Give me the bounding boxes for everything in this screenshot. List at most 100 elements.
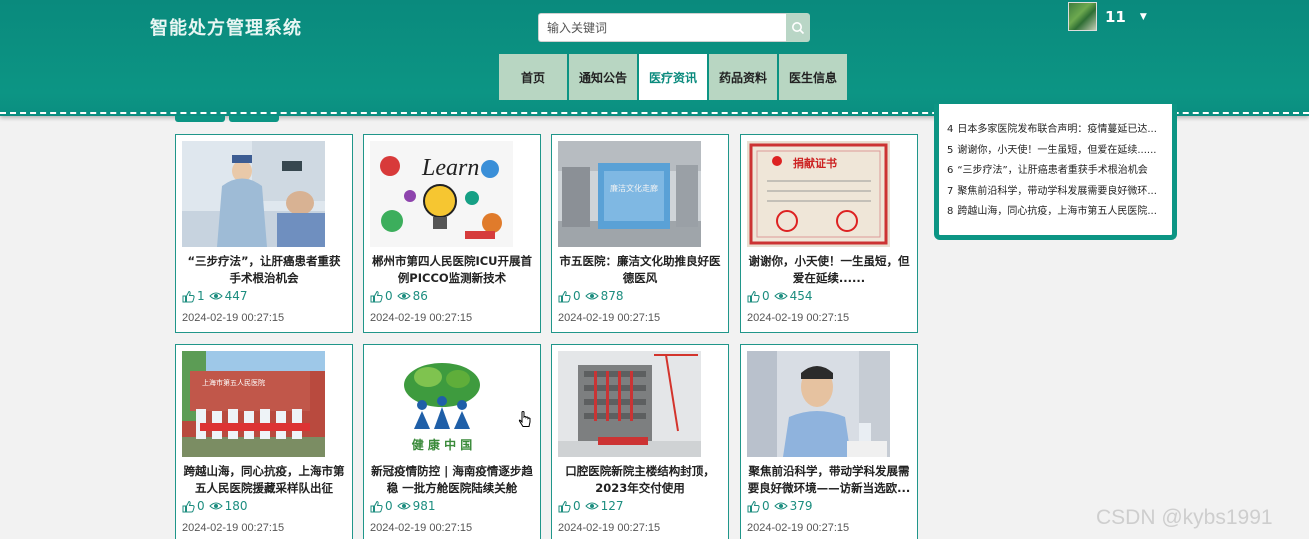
article-thumbnail[interactable]: Learn	[370, 141, 513, 247]
like-count: 0	[385, 289, 393, 303]
article-card[interactable]: 聚焦前沿科学，带动学科发展需要良好微环境——访新当选欧... 0 379 2024-0…	[740, 344, 918, 539]
article-card[interactable]: 健 康 中 国 新冠疫情防控 | 海南疫情逐步趋稳 一批方舱医院陆续关舱 0 981…	[363, 344, 541, 539]
eye-icon	[208, 292, 223, 300]
list-item[interactable]: 5 谢谢你，小天使！一生虽短，但爱在延续......	[947, 141, 1171, 162]
article-card[interactable]: Learn 郴州市第四人民医院ICU开展首例PICCO监测新技术 0 86 2024-…	[363, 134, 541, 333]
article-title[interactable]: 跨越山海，同心抗疫，上海市第五人民医院援藏采样队出征	[182, 463, 346, 497]
article-date: 2024-02-19 00:27:15	[182, 522, 285, 534]
svg-text:捐献证书: 捐献证书	[793, 156, 837, 170]
article-thumbnail[interactable]	[747, 351, 890, 457]
like-count: 1	[197, 289, 205, 303]
article-stats: 1 447	[182, 289, 248, 303]
article-stats: 0 981	[370, 499, 436, 513]
article-title[interactable]: 郴州市第四人民医院ICU开展首例PICCO监测新技术	[370, 253, 534, 287]
article-card[interactable]: 口腔医院新院主楼结构封顶，2023年交付使用 0 127 2024-02-19 00:…	[551, 344, 729, 539]
top-header: 智能处方管理系统 11 ▼ 首页 通知公告 医疗资讯 药品资料 医生信息	[0, 0, 1309, 116]
like-count: 0	[197, 499, 205, 513]
like-count: 0	[573, 289, 581, 303]
eye-icon	[396, 502, 411, 510]
svg-text:Learn: Learn	[421, 155, 479, 181]
article-card[interactable]: 廉洁文化走廊 市五医院：廉洁文化助推良好医德医风 0 878 2024-02-19 0…	[551, 134, 729, 333]
article-stats: 0 180	[182, 499, 248, 513]
category-tab[interactable]	[229, 116, 279, 122]
eye-icon	[773, 292, 788, 300]
list-item[interactable]: 6 “三步疗法”，让肝癌患者重获手术根治机会	[947, 161, 1171, 182]
user-menu[interactable]: 11 ▼	[1068, 2, 1147, 31]
article-thumbnail[interactable]: 廉洁文化走廊	[558, 141, 701, 247]
thumbs-up-icon	[182, 290, 195, 302]
like-count: 0	[762, 499, 770, 513]
view-count: 86	[412, 289, 428, 303]
article-date: 2024-02-19 00:27:15	[558, 312, 661, 324]
article-date: 2024-02-19 00:27:15	[182, 312, 285, 324]
thumbs-up-icon	[182, 500, 195, 512]
article-date: 2024-02-19 00:27:15	[370, 312, 473, 324]
article-thumbnail[interactable]	[558, 351, 701, 457]
nav-item-notices[interactable]: 通知公告	[569, 54, 637, 100]
view-count: 127	[600, 499, 624, 513]
svg-text:上海市第五人民医院: 上海市第五人民医院	[202, 378, 265, 387]
article-date: 2024-02-19 00:27:15	[747, 522, 850, 534]
health-china-logo-text: 健 康 中 国	[412, 437, 473, 452]
article-title[interactable]: 口腔医院新院主楼结构封顶，2023年交付使用	[558, 463, 722, 497]
svg-text:廉洁文化走廊: 廉洁文化走廊	[610, 183, 658, 193]
list-item[interactable]: 7 聚焦前沿科学，带动学科发展需要良好微环...	[947, 182, 1171, 203]
thumbs-up-icon	[747, 500, 760, 512]
username[interactable]: 11	[1105, 8, 1126, 26]
mouse-pointer-icon	[518, 411, 531, 427]
article-thumbnail[interactable]: 上海市第五人民医院	[182, 351, 325, 457]
article-thumbnail[interactable]	[182, 141, 325, 247]
article-card[interactable]: “三步疗法”，让肝癌患者重获手术根治机会 1 447 2024-02-19 00:27…	[175, 134, 353, 333]
eye-icon	[208, 502, 223, 510]
search-button[interactable]	[786, 13, 810, 42]
view-count: 878	[600, 289, 624, 303]
list-item[interactable]: 8 跨越山海，同心抗疫，上海市第五人民医院...	[947, 202, 1171, 223]
nav-item-medical-news[interactable]: 医疗资讯	[639, 54, 707, 100]
article-stats: 0 86	[370, 289, 428, 303]
search-box	[538, 13, 810, 42]
article-date: 2024-02-19 00:27:15	[558, 522, 661, 534]
hot-news-list: 4 日本多家医院发布联合声明：疫情蔓延已达... 5 谢谢你，小天使！一生虽短，但爱…	[947, 120, 1171, 223]
nav-item-drug-info[interactable]: 药品资料	[709, 54, 777, 100]
avatar[interactable]	[1068, 2, 1097, 31]
article-title[interactable]: 聚焦前沿科学，带动学科发展需要良好微环境——访新当选欧...	[747, 463, 911, 497]
article-title[interactable]: 市五医院：廉洁文化助推良好医德医风	[558, 253, 722, 287]
article-stats: 0 878	[558, 289, 624, 303]
nav-item-doctor-info[interactable]: 医生信息	[779, 54, 847, 100]
view-count: 379	[789, 499, 813, 513]
like-count: 0	[762, 289, 770, 303]
nav-item-home[interactable]: 首页	[499, 54, 567, 100]
search-icon	[792, 21, 805, 34]
article-thumbnail[interactable]: 捐献证书	[747, 141, 890, 247]
caret-down-icon[interactable]: ▼	[1140, 12, 1147, 22]
view-count: 447	[224, 289, 248, 303]
like-count: 0	[573, 499, 581, 513]
article-title[interactable]: 新冠疫情防控 | 海南疫情逐步趋稳 一批方舱医院陆续关舱	[370, 463, 534, 497]
thumbs-up-icon	[370, 290, 383, 302]
app-title: 智能处方管理系统	[150, 18, 302, 39]
thumbs-up-icon	[558, 290, 571, 302]
thumbs-up-icon	[747, 290, 760, 302]
category-tab[interactable]	[175, 116, 225, 122]
like-count: 0	[385, 499, 393, 513]
article-title[interactable]: “三步疗法”，让肝癌患者重获手术根治机会	[182, 253, 346, 287]
view-count: 454	[789, 289, 813, 303]
list-item[interactable]: 4 日本多家医院发布联合声明：疫情蔓延已达...	[947, 120, 1171, 141]
article-card[interactable]: 上海市第五人民医院 跨越山海，同心抗疫，上海市第五人民医院援藏采样队出征 0 180…	[175, 344, 353, 539]
article-card[interactable]: 捐献证书 谢谢你，小天使！一生虽短，但爱在延续...... 0 454 2024-02…	[740, 134, 918, 333]
eye-icon	[396, 292, 411, 300]
main-nav: 首页 通知公告 医疗资讯 药品资料 医生信息	[499, 54, 849, 100]
eye-icon	[584, 292, 599, 300]
eye-icon	[773, 502, 788, 510]
thumbs-up-icon	[558, 500, 571, 512]
category-tabs	[175, 116, 283, 122]
article-stats: 0 379	[747, 499, 813, 513]
article-thumbnail[interactable]: 健 康 中 国	[370, 351, 513, 457]
article-date: 2024-02-19 00:27:15	[370, 522, 473, 534]
thumbs-up-icon	[370, 500, 383, 512]
article-stats: 0 127	[558, 499, 624, 513]
view-count: 180	[224, 499, 248, 513]
eye-icon	[584, 502, 599, 510]
search-input[interactable]	[538, 13, 786, 42]
article-title[interactable]: 谢谢你，小天使！一生虽短，但爱在延续......	[747, 253, 911, 287]
